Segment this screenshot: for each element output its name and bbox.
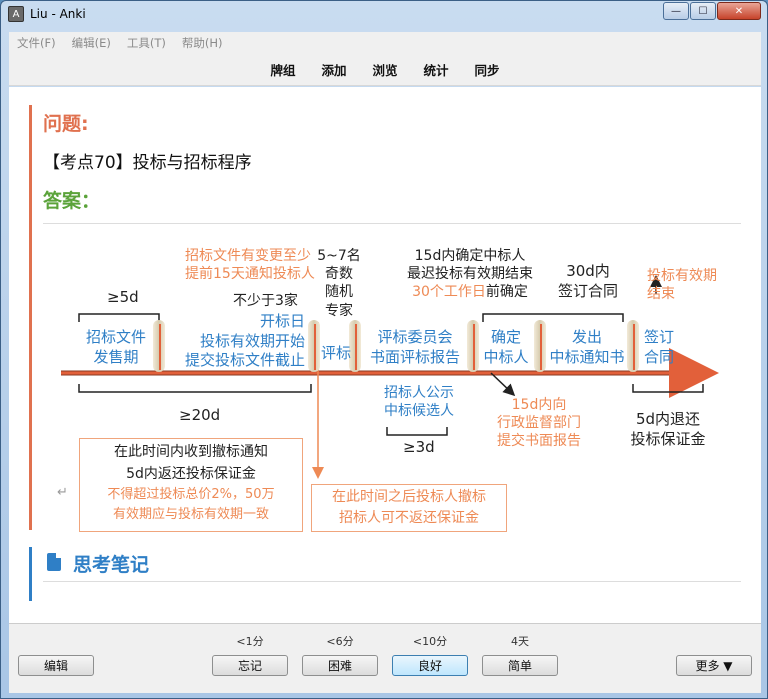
hard-button[interactable]: 困难 (302, 655, 378, 676)
label-min-bidders: 不少于3家 (233, 293, 298, 309)
window-title: Liu - Anki (30, 7, 86, 21)
label-ge3d: ≥3d (403, 438, 435, 456)
box1-line4: 有效期应与投标有效期一致 (112, 507, 269, 522)
toolbar-sync[interactable]: 同步 (475, 60, 500, 79)
edit-button[interactable]: 编辑 (18, 655, 94, 676)
due-easy: 4天 (511, 635, 529, 648)
more-button[interactable]: 更多 ▼ (676, 655, 752, 676)
stage-doc-sale: 招标文件 发售期 (85, 328, 146, 366)
report-arrow (490, 372, 516, 397)
stage-marker (355, 324, 357, 370)
anki-window: A Liu - Anki — ☐ ✕ 文件(F) 编辑(E) 工具(T) 帮助(… (0, 0, 768, 699)
card-content: 问题: 【考点70】投标与招标程序 答案： 招标文件有变更至少 提前15天通知投… (9, 87, 761, 623)
refund-info-box: 在此时间内收到撤标通知 5d内返还投标保证金 不得超过投标总价2%，50万 有效… (79, 438, 303, 532)
menu-tools[interactable]: 工具(T) (127, 35, 166, 51)
stage-marker (633, 324, 635, 370)
menu-bar: 文件(F) 编辑(E) 工具(T) 帮助(H) (9, 32, 761, 54)
doc-change-note: 招标文件有变更至少 提前15天通知投标人 (185, 248, 315, 283)
menu-help[interactable]: 帮助(H) (182, 35, 223, 51)
notes-label: 思考笔记 (73, 554, 150, 576)
document-icon (47, 553, 61, 571)
stage-marker (314, 324, 316, 370)
stage-bid-opening: 开标日 投标有效期开始 提交投标文件截止 (184, 312, 305, 369)
publicity-note: 招标人公示 中标候选人 (384, 385, 454, 420)
close-button[interactable]: ✕ (717, 2, 761, 20)
refund-note: 5d内退还 投标保证金 (630, 410, 706, 448)
easy-button[interactable]: 简单 (482, 655, 558, 676)
stage-eval-report: 评标委员会 书面评标报告 (369, 328, 460, 366)
report-note: 15d内向 行政监督部门 提交书面报告 (497, 397, 581, 450)
main-toolbar: 牌组 添加 浏览 统计 同步 (9, 54, 761, 86)
due-good: <10分 (412, 635, 448, 648)
brace-ge5d (78, 313, 160, 322)
question-label: 问题: (43, 113, 89, 135)
good-button[interactable]: 良好 (392, 655, 468, 676)
due-again: <1分 (236, 635, 264, 648)
stage-evaluation: 评标 (321, 344, 352, 362)
toolbar-decks[interactable]: 牌组 (270, 60, 295, 79)
box1-line1: 在此时间内收到撤标通知 (114, 444, 268, 460)
question-text: 【考点70】投标与招标程序 (43, 153, 252, 173)
label-ge20d: ≥20d (179, 406, 221, 424)
stage-sign-contract: 签订 合同 (643, 328, 674, 366)
answer-label: 答案： (43, 190, 101, 212)
brace-5d (632, 384, 704, 393)
label-ge5d: ≥5d (107, 288, 139, 306)
divider (43, 223, 741, 224)
minimize-button[interactable]: — (663, 2, 689, 20)
bidding-process-diagram: 招标文件有变更至少 提前15天通知投标人 5~7名 奇数 随机 专家 15d内确定中标人… (43, 242, 723, 542)
box2-line1: 在此时间之后投标人撤标 (332, 489, 486, 505)
menu-file[interactable]: 文件(F) (17, 35, 56, 51)
toolbar-stats[interactable]: 统计 (424, 60, 449, 79)
brace-ge20d (78, 384, 312, 393)
again-button[interactable]: 忘记 (212, 655, 288, 676)
question-accent-bar (29, 105, 32, 530)
notes-accent-bar (29, 547, 32, 601)
stage-marker (473, 324, 475, 370)
title-bar[interactable]: A Liu - Anki — ☐ ✕ (1, 1, 767, 27)
stage-marker (159, 324, 161, 370)
withdraw-info-box: 在此时间之后投标人撤标 招标人可不返还保证金 (311, 484, 507, 532)
menu-edit[interactable]: 编辑(E) (72, 35, 111, 51)
box1-line2: 5d内返还投标保证金 (126, 466, 256, 482)
box2-line2: 招标人可不返还保证金 (339, 510, 479, 526)
confirm-winner-note: 15d内确定中标人 最迟投标有效期结束 30个工作日前确定 (407, 248, 533, 301)
stage-marker (540, 324, 542, 370)
brace-ge3d (386, 427, 448, 436)
box1-line3: 不得超过投标总价2%，50万 (107, 487, 275, 502)
due-hard: <6分 (326, 635, 354, 648)
anki-app-icon: A (8, 6, 24, 22)
return-mark: ↵ (57, 485, 68, 500)
stage-confirm-winner: 确定 中标人 (483, 328, 529, 366)
maximize-button[interactable]: ☐ (690, 2, 716, 20)
divider (43, 581, 741, 582)
stage-award-notice: 发出 中标通知书 (549, 328, 625, 366)
experts-note: 5~7名 奇数 随机 专家 (317, 248, 361, 319)
toolbar-add[interactable]: 添加 (321, 60, 346, 79)
toolbar-browse[interactable]: 浏览 (372, 60, 397, 79)
bid-validity-end: 投标有效期 结束 (647, 268, 717, 303)
answer-bar: 编辑 <1分 忘记 <6分 困难 <10分 良好 4天 简单 更多 ▼ (9, 623, 761, 693)
brace-30d (482, 313, 624, 322)
sign-contract-note: 30d内 签订合同 (557, 262, 618, 300)
